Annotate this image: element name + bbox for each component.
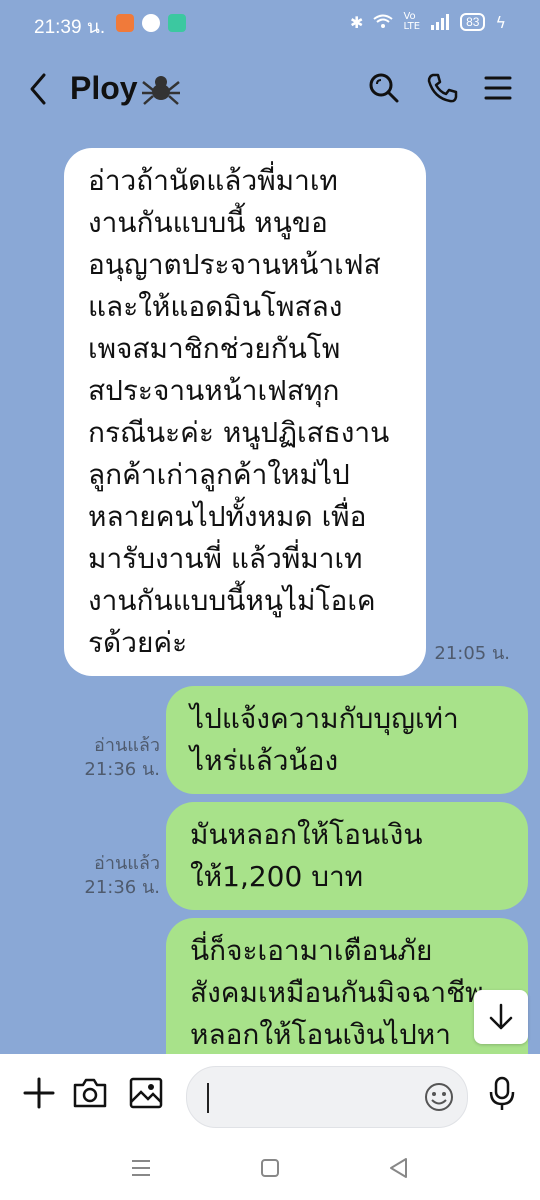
message-bubble-incoming[interactable]: อ่าวถ้านัดแล้วพี่มาเท งานกันแบบนี้ หนูขอ… [64, 148, 426, 676]
microphone-icon[interactable] [488, 1076, 516, 1112]
plus-icon[interactable] [22, 1076, 56, 1110]
message-line: นี่ก็จะเอามาเตือนภัย [190, 934, 433, 967]
status-time: 21:39 น. [34, 17, 106, 38]
message-line: กรณีนะค่ะ หนูปฏิเสธงาน [88, 416, 390, 449]
spider-emoji-icon [142, 76, 180, 105]
nav-recents-icon[interactable] [130, 1158, 152, 1178]
bluetooth-icon: ✱ [350, 12, 364, 32]
message-line: มันหลอกให้โอนเงิน [190, 818, 423, 851]
notification-app-icon-2 [142, 14, 160, 32]
message-input[interactable] [186, 1066, 468, 1128]
charging-icon: ϟ [495, 12, 506, 32]
message-line: ลูกค้าเก่าลูกค้าใหม่ไป [88, 458, 350, 491]
message-line: เพจสมาชิกช่วยกันโพ [88, 332, 341, 365]
message-bubble-outgoing[interactable]: มันหลอกให้โอนเงิน ให้1,200 บาท [166, 802, 528, 910]
read-label: อ่านแล้ว [94, 853, 160, 874]
system-nav-bar [0, 1140, 540, 1200]
message-time: 21:36 น. [84, 877, 160, 898]
notification-app-icon [116, 14, 134, 32]
scroll-down-icon [489, 1003, 513, 1030]
message-line: และให้แอดมินโพสลง [88, 290, 343, 323]
chat-header: Ploy [0, 48, 540, 134]
status-bar: 21:39 น. ✱ Vo LTE 83 ϟ [0, 0, 540, 48]
volte-icon: Vo LTE [403, 11, 421, 32]
message-line: หลอกให้โอนเงินไปหา [190, 1018, 451, 1051]
message-line: มารับงานพี่ แล้วพี่มาเท [88, 542, 363, 575]
status-right-cluster: ✱ Vo LTE 83 ϟ [350, 12, 506, 32]
message-line: สประจานหน้าเฟสทุก [88, 374, 340, 407]
message-line: รด้วยค่ะ [88, 626, 188, 659]
scroll-down-button[interactable] [474, 990, 528, 1044]
search-icon[interactable] [368, 72, 400, 104]
message-line: อนุญาตประจานหน้าเฟส [88, 248, 381, 281]
message-time: 21:05 น. [434, 643, 510, 664]
notification-app-icon-3 [168, 14, 186, 32]
nav-home-icon[interactable] [260, 1158, 280, 1178]
camera-icon[interactable] [72, 1076, 108, 1110]
image-icon[interactable] [128, 1076, 164, 1110]
phone-icon[interactable] [426, 72, 458, 104]
message-line: หลายคนไปทั้งหมด เพื่อ [88, 500, 367, 533]
battery-icon: 83 [460, 13, 486, 31]
message-line: ไปแจ้งความกับบุญเท่า [190, 702, 459, 735]
message-input-bar [0, 1054, 540, 1140]
message-time: 21:36 น. [84, 759, 160, 780]
nav-back-icon[interactable] [388, 1157, 408, 1179]
emoji-icon[interactable] [423, 1081, 455, 1113]
signal-icon [431, 14, 450, 30]
message-line: สังคมเหมือนกันมิจฉาชีพ [190, 976, 484, 1009]
read-receipt: อ่านแล้ว 21:36 น. [66, 734, 160, 782]
read-receipt: อ่านแล้ว 21:36 น. [66, 852, 160, 900]
contact-name[interactable]: Ploy [70, 70, 138, 107]
message-line: ไหร่แล้วน้อง [190, 744, 339, 777]
message-line: ให้1,200 บาท [190, 860, 364, 893]
chat-area[interactable]: อ่าวถ้านัดแล้วพี่มาเท งานกันแบบนี้ หนูขอ… [0, 134, 540, 1054]
message-line: งานกันแบบนี้ หนูขอ [88, 206, 328, 239]
message-bubble-outgoing[interactable]: ไปแจ้งความกับบุญเท่า ไหร่แล้วน้อง [166, 686, 528, 794]
wifi-icon [373, 14, 394, 28]
message-line: อ่าวถ้านัดแล้วพี่มาเท [88, 164, 338, 197]
read-label: อ่านแล้ว [94, 735, 160, 756]
text-caret [207, 1083, 209, 1113]
back-arrow-icon[interactable] [26, 72, 50, 106]
message-line: งานกันแบบนี้หนูไม่โอเค [88, 584, 376, 617]
menu-icon[interactable] [484, 72, 512, 104]
